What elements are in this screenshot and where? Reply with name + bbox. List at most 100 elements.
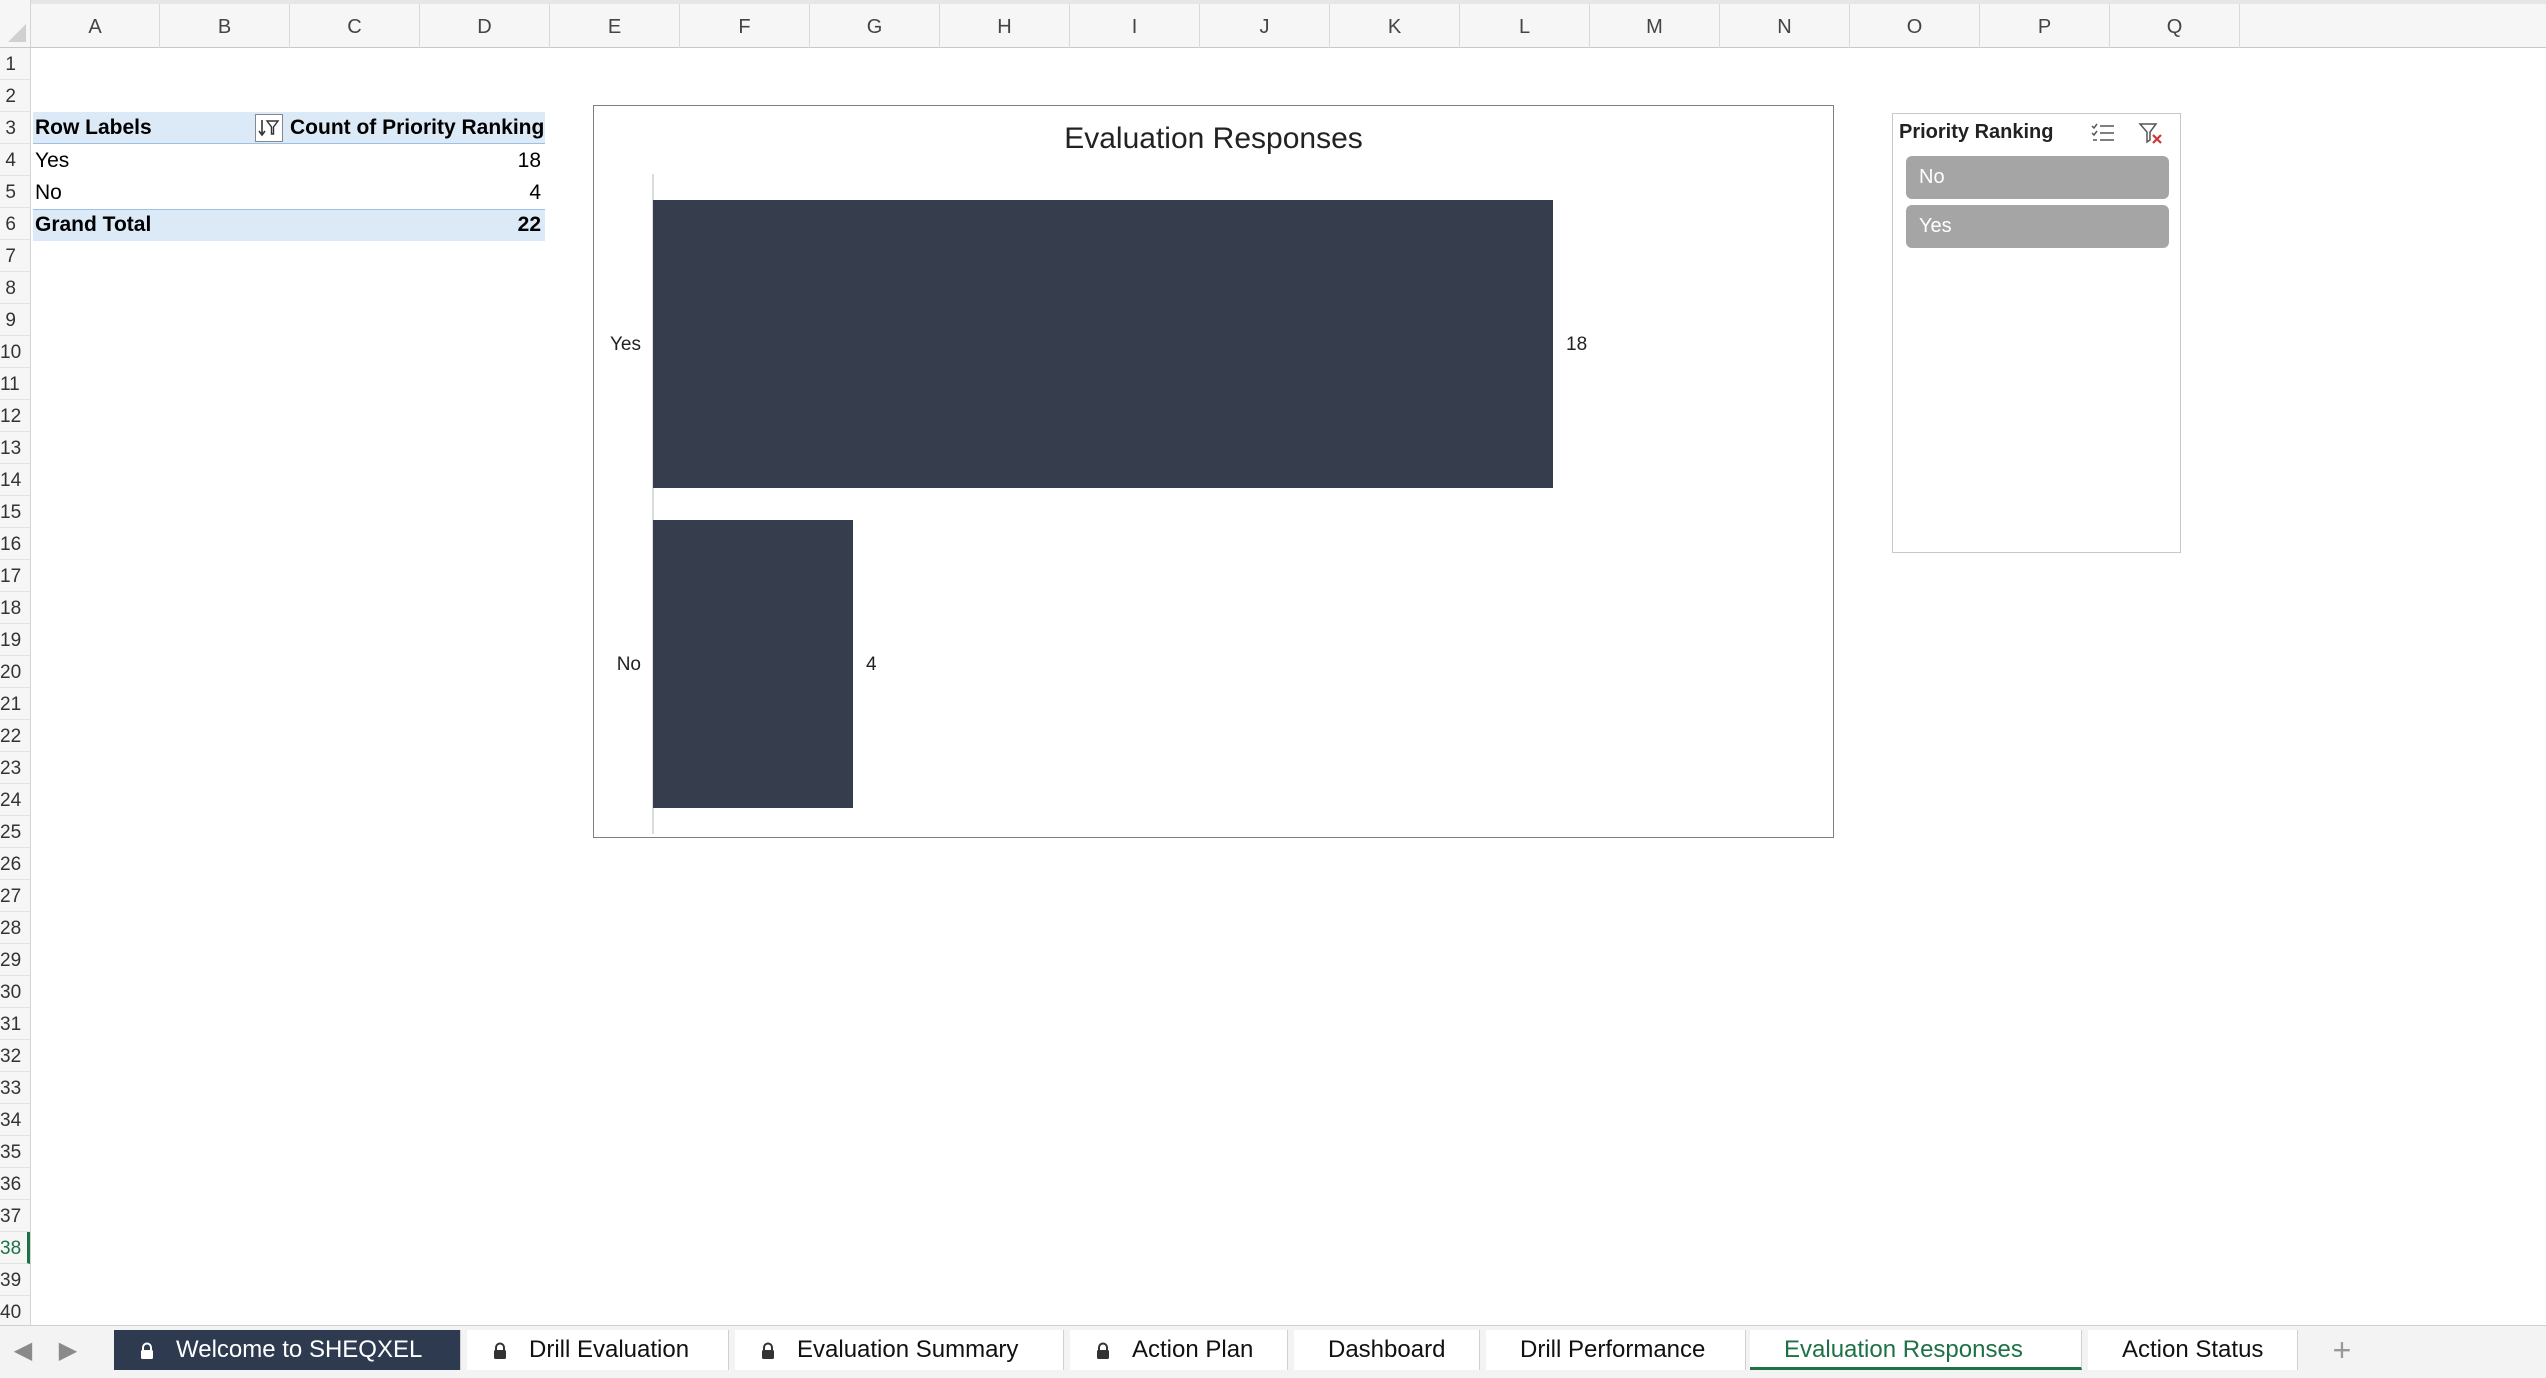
slicer-title: Priority Ranking bbox=[1899, 121, 2054, 143]
pivot-header-count[interactable]: Count of Priority Ranking bbox=[290, 112, 544, 144]
row-header-39[interactable]: 39 bbox=[0, 1264, 30, 1296]
select-all-corner[interactable] bbox=[0, 0, 31, 48]
row-header-28[interactable]: 28 bbox=[0, 912, 30, 944]
row-header-10[interactable]: 10 bbox=[0, 336, 30, 368]
sheet-tab-label: Evaluation Summary bbox=[797, 1336, 1019, 1363]
column-header-b[interactable]: B bbox=[160, 4, 290, 48]
row-header-33[interactable]: 33 bbox=[0, 1072, 30, 1104]
row-header-13[interactable]: 13 bbox=[0, 432, 30, 464]
row-header-35[interactable]: 35 bbox=[0, 1136, 30, 1168]
lock-icon bbox=[141, 1342, 153, 1359]
row-header-12[interactable]: 12 bbox=[0, 400, 30, 432]
multi-select-icon[interactable] bbox=[2089, 121, 2117, 147]
column-header-g[interactable]: G bbox=[810, 4, 940, 48]
row-header-1[interactable]: 1 bbox=[0, 48, 30, 80]
row-header-2[interactable]: 2 bbox=[0, 80, 30, 112]
row-header-15[interactable]: 15 bbox=[0, 496, 30, 528]
row-header-3[interactable]: 3 bbox=[0, 112, 30, 144]
data-label: 4 bbox=[866, 654, 877, 675]
bar-yes[interactable] bbox=[653, 200, 1553, 488]
row-header-31[interactable]: 31 bbox=[0, 1008, 30, 1040]
column-header-m[interactable]: M bbox=[1590, 4, 1720, 48]
row-header-11[interactable]: 11 bbox=[0, 368, 30, 400]
sheet-tab-welcome-to-sheqxel[interactable]: Welcome to SHEQXEL bbox=[114, 1330, 461, 1370]
slicer-item-no[interactable]: No bbox=[1906, 156, 2169, 199]
column-header-k[interactable]: K bbox=[1330, 4, 1460, 48]
row-header-34[interactable]: 34 bbox=[0, 1104, 30, 1136]
column-header-e[interactable]: E bbox=[550, 4, 680, 48]
column-header-f[interactable]: F bbox=[680, 4, 810, 48]
pivot-total-value[interactable]: 22 bbox=[290, 209, 541, 241]
lock-icon bbox=[1097, 1342, 1109, 1359]
filter-dropdown-icon[interactable] bbox=[255, 114, 283, 142]
column-header-bar: ABCDEFGHIJKLMNOPQ bbox=[31, 0, 2546, 48]
row-header-19[interactable]: 19 bbox=[0, 624, 30, 656]
pivot-row-value[interactable]: 4 bbox=[290, 177, 541, 209]
chart-plot: Yes 18 No 4 bbox=[610, 174, 1587, 834]
row-header-32[interactable]: 32 bbox=[0, 1040, 30, 1072]
clear-filter-icon[interactable] bbox=[2137, 121, 2165, 147]
row-header-22[interactable]: 22 bbox=[0, 720, 30, 752]
row-header-29[interactable]: 29 bbox=[0, 944, 30, 976]
slicer-priority-ranking[interactable]: Priority Ranking No Yes bbox=[1892, 113, 2181, 553]
row-header-26[interactable]: 26 bbox=[0, 848, 30, 880]
pivot-header-row-labels[interactable]: Row Labels bbox=[33, 112, 255, 144]
row-header-38[interactable]: 38 bbox=[0, 1232, 30, 1264]
lock-icon bbox=[762, 1342, 774, 1359]
sheet-tab-label: Action Plan bbox=[1132, 1336, 1254, 1363]
sheet-tab-evaluation-responses[interactable]: Evaluation Responses bbox=[1750, 1330, 2082, 1370]
prev-sheet-arrow-icon[interactable]: ◀ bbox=[8, 1336, 38, 1365]
row-header-27[interactable]: 27 bbox=[0, 880, 30, 912]
bar-chart[interactable]: Evaluation Responses Yes 18 No 4 bbox=[593, 105, 1834, 838]
column-header-n[interactable]: N bbox=[1720, 4, 1850, 48]
column-header-l[interactable]: L bbox=[1460, 4, 1590, 48]
row-header-30[interactable]: 30 bbox=[0, 976, 30, 1008]
row-header-18[interactable]: 18 bbox=[0, 592, 30, 624]
pivot-row-value[interactable]: 18 bbox=[290, 145, 541, 177]
row-header-8[interactable]: 8 bbox=[0, 272, 30, 304]
row-header-14[interactable]: 14 bbox=[0, 464, 30, 496]
sheet-tab-drill-evaluation[interactable]: Drill Evaluation bbox=[467, 1330, 729, 1370]
row-header-25[interactable]: 25 bbox=[0, 816, 30, 848]
row-header-5[interactable]: 5 bbox=[0, 176, 30, 208]
category-tick-label: Yes bbox=[610, 334, 641, 355]
row-header-21[interactable]: 21 bbox=[0, 688, 30, 720]
sheet-tab-label: Action Status bbox=[2122, 1336, 2264, 1363]
column-header-p[interactable]: P bbox=[1980, 4, 2110, 48]
row-header-7[interactable]: 7 bbox=[0, 240, 30, 272]
sheet-tab-dashboard[interactable]: Dashboard bbox=[1294, 1330, 1480, 1370]
column-header-o[interactable]: O bbox=[1850, 4, 1980, 48]
column-header-i[interactable]: I bbox=[1070, 4, 1200, 48]
column-header-d[interactable]: D bbox=[420, 4, 550, 48]
row-header-17[interactable]: 17 bbox=[0, 560, 30, 592]
row-header-40[interactable]: 40 bbox=[0, 1296, 30, 1325]
sheet-tab-drill-performance[interactable]: Drill Performance bbox=[1486, 1330, 1746, 1370]
row-header-20[interactable]: 20 bbox=[0, 656, 30, 688]
row-header-4[interactable]: 4 bbox=[0, 144, 30, 176]
column-header-c[interactable]: C bbox=[290, 4, 420, 48]
row-header-37[interactable]: 37 bbox=[0, 1200, 30, 1232]
column-header-h[interactable]: H bbox=[940, 4, 1070, 48]
row-header-bar: 1 2 3 4 5 6 7 8 9 10 11 12 13 14 15 16 17 18 19 20 21 22 23 24 2… bbox=[0, 48, 31, 1325]
row-header-24[interactable]: 24 bbox=[0, 784, 30, 816]
next-sheet-arrow-icon[interactable]: ▶ bbox=[53, 1336, 83, 1365]
sheet-tab-evaluation-summary[interactable]: Evaluation Summary bbox=[735, 1330, 1064, 1370]
row-header-6[interactable]: 6 bbox=[0, 208, 30, 240]
data-label: 18 bbox=[1566, 334, 1587, 355]
row-header-16[interactable]: 16 bbox=[0, 528, 30, 560]
add-sheet-button[interactable]: + bbox=[2322, 1330, 2362, 1370]
column-header-j[interactable]: J bbox=[1200, 4, 1330, 48]
pivot-row-label[interactable]: No bbox=[35, 177, 235, 209]
pivot-total-label[interactable]: Grand Total bbox=[35, 209, 235, 241]
pivot-row-label[interactable]: Yes bbox=[35, 145, 235, 177]
sheet-tab-action-plan[interactable]: Action Plan bbox=[1070, 1330, 1288, 1370]
column-header-a[interactable]: A bbox=[31, 4, 160, 48]
column-header-q[interactable]: Q bbox=[2110, 4, 2240, 48]
spreadsheet-grid[interactable]: ABCDEFGHIJKLMNOPQ 1 2 3 4 5 6 7 8 9 10 11 12 13 14 15 1… bbox=[0, 0, 2546, 1325]
slicer-item-yes[interactable]: Yes bbox=[1906, 205, 2169, 248]
bar-no[interactable] bbox=[653, 520, 853, 808]
row-header-36[interactable]: 36 bbox=[0, 1168, 30, 1200]
row-header-23[interactable]: 23 bbox=[0, 752, 30, 784]
sheet-tab-action-status[interactable]: Action Status bbox=[2088, 1330, 2298, 1370]
row-header-9[interactable]: 9 bbox=[0, 304, 30, 336]
